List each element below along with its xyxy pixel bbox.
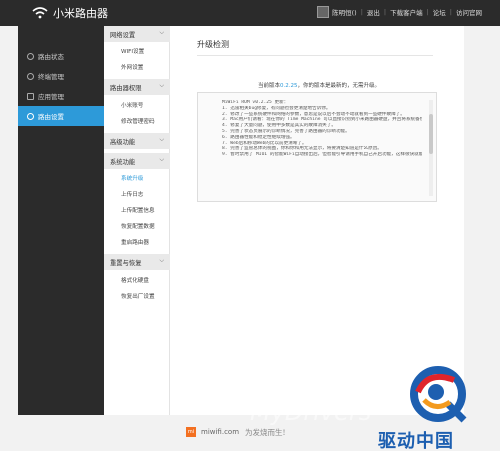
changelog-box[interactable]: MiWiFi ROM v0.2.25 更新： 1. 迅雷相关bug修复，有问题也… <box>197 92 437 202</box>
footer-slogan: 为发烧而生! <box>245 427 286 437</box>
watermark-text: MyDrivers <box>250 398 372 426</box>
nav-separator: | <box>426 8 429 16</box>
app-title: 小米路由器 <box>53 7 108 20</box>
top-nav: 陈明恒() | 退出 | 下载客户端 | 论坛 | 访问官网 <box>317 6 482 18</box>
brand-q-icon <box>410 366 467 423</box>
avatar[interactable] <box>317 6 330 18</box>
user-icon <box>27 72 34 80</box>
logout-link[interactable]: 退出 <box>367 7 380 17</box>
submenu-item-system-upgrade[interactable]: 系统升级 <box>104 171 170 185</box>
wifi-icon <box>32 7 48 19</box>
submenu-item-factory-reset[interactable]: 恢复出厂设置 <box>104 289 170 303</box>
sidebar-item-device-management[interactable]: 终端管理 <box>18 66 104 86</box>
chevron-down-icon: ⌵ <box>159 156 164 163</box>
submenu-item-change-password[interactable]: 修改管理密码 <box>104 114 170 128</box>
brand-text: 驱动中国 <box>378 431 454 451</box>
clock-icon <box>27 52 34 60</box>
forum-link[interactable]: 论坛 <box>433 7 446 17</box>
divider <box>197 55 433 56</box>
nav-separator: | <box>383 8 387 16</box>
submenu-group-reset[interactable]: 重置与恢复 ⌵ <box>104 254 170 270</box>
submenu-item-reboot[interactable]: 重启路由器 <box>104 235 170 249</box>
chevron-down-icon: ⌵ <box>159 257 164 264</box>
submenu-group-network[interactable]: 网络设置 ⌵ <box>104 26 170 42</box>
current-version: 0.2.25 <box>280 83 298 89</box>
submenu-group-label: 高级功能 <box>110 138 136 146</box>
version-prefix: 当前版本 <box>258 83 281 89</box>
submenu-item-upload-config[interactable]: 上传配置信息 <box>104 203 170 217</box>
sidebar-item-label: 路由状态 <box>38 53 64 61</box>
mi-logo-icon: mi <box>186 427 196 437</box>
submenu-group-label: 网络设置 <box>110 31 136 39</box>
main-content: 升级检测 当前版本0.2.25，你的版本是最新的，无需升级。 MiWiFi RO… <box>170 26 464 415</box>
app-logo[interactable]: 小米路由器 <box>32 4 108 22</box>
submenu-item-mi-account[interactable]: 小米账号 <box>104 98 170 112</box>
submenu-group-advanced[interactable]: 高级功能 ⌵ <box>104 133 170 149</box>
gear-icon <box>27 112 34 120</box>
sidebar: 路由状态 终端管理 应用管理 路由设置 <box>18 26 104 415</box>
submenu-item-wan[interactable]: 外网设置 <box>104 60 170 74</box>
footer: mi miwifi.com 为发烧而生! <box>186 425 286 439</box>
chevron-down-icon: ⌵ <box>159 82 164 89</box>
submenu-group-system[interactable]: 系统功能 ⌵ <box>104 153 170 169</box>
chevron-down-icon: ⌵ <box>159 136 164 143</box>
download-client-link[interactable]: 下载客户端 <box>390 7 423 17</box>
sidebar-item-label: 路由设置 <box>38 113 64 121</box>
sidebar-item-app-management[interactable]: 应用管理 <box>18 86 104 106</box>
settings-submenu: 网络设置 ⌵ WIFI设置 外网设置 路由器权限 ⌵ 小米账号 修改管理密码 高… <box>104 26 170 415</box>
version-suffix: ，你的版本是最新的，无需升级。 <box>297 83 381 89</box>
top-bar: 小米路由器 陈明恒() | 退出 | 下载客户端 | 论坛 | 访问官网 <box>0 0 500 26</box>
version-status: 当前版本0.2.25，你的版本是最新的，无需升级。 <box>258 81 380 89</box>
sidebar-item-router-settings[interactable]: 路由设置 <box>18 106 104 126</box>
sidebar-item-label: 终端管理 <box>38 73 64 81</box>
submenu-item-wifi[interactable]: WIFI设置 <box>104 44 170 58</box>
official-site-link[interactable]: 访问官网 <box>456 7 482 17</box>
submenu-item-upload-log[interactable]: 上传日志 <box>104 187 170 201</box>
footer-site[interactable]: miwifi.com <box>201 428 239 436</box>
submenu-group-permissions[interactable]: 路由器权限 ⌵ <box>104 79 170 95</box>
sidebar-item-router-status[interactable]: 路由状态 <box>18 46 104 66</box>
changelog-text: MiWiFi ROM v0.2.25 更新： 1. 迅雷相关bug修复，有问题也… <box>222 100 422 198</box>
brand-logo: 驱动中国 <box>378 362 498 451</box>
nav-separator: | <box>449 8 452 16</box>
submenu-group-label: 路由器权限 <box>110 84 142 92</box>
grid-icon <box>27 92 34 100</box>
scrollbar-thumb[interactable] <box>429 114 433 154</box>
username[interactable]: 陈明恒() <box>332 7 357 17</box>
nav-separator: | <box>360 8 363 16</box>
submenu-item-restore-config[interactable]: 恢复配置数据 <box>104 219 170 233</box>
page-title: 升级检测 <box>197 40 229 49</box>
changelog-scrollbar[interactable] <box>429 100 433 196</box>
submenu-group-label: 重置与恢复 <box>110 259 142 267</box>
submenu-item-format-disk[interactable]: 格式化硬盘 <box>104 273 170 287</box>
chevron-down-icon: ⌵ <box>159 29 164 36</box>
sidebar-item-label: 应用管理 <box>38 93 64 101</box>
changelog-line: 9. 暂时禁用了 MIUI 的智能WiFi自动接出后，但智能引导请用手机自己开启… <box>222 152 422 158</box>
submenu-group-label: 系统功能 <box>110 158 136 166</box>
